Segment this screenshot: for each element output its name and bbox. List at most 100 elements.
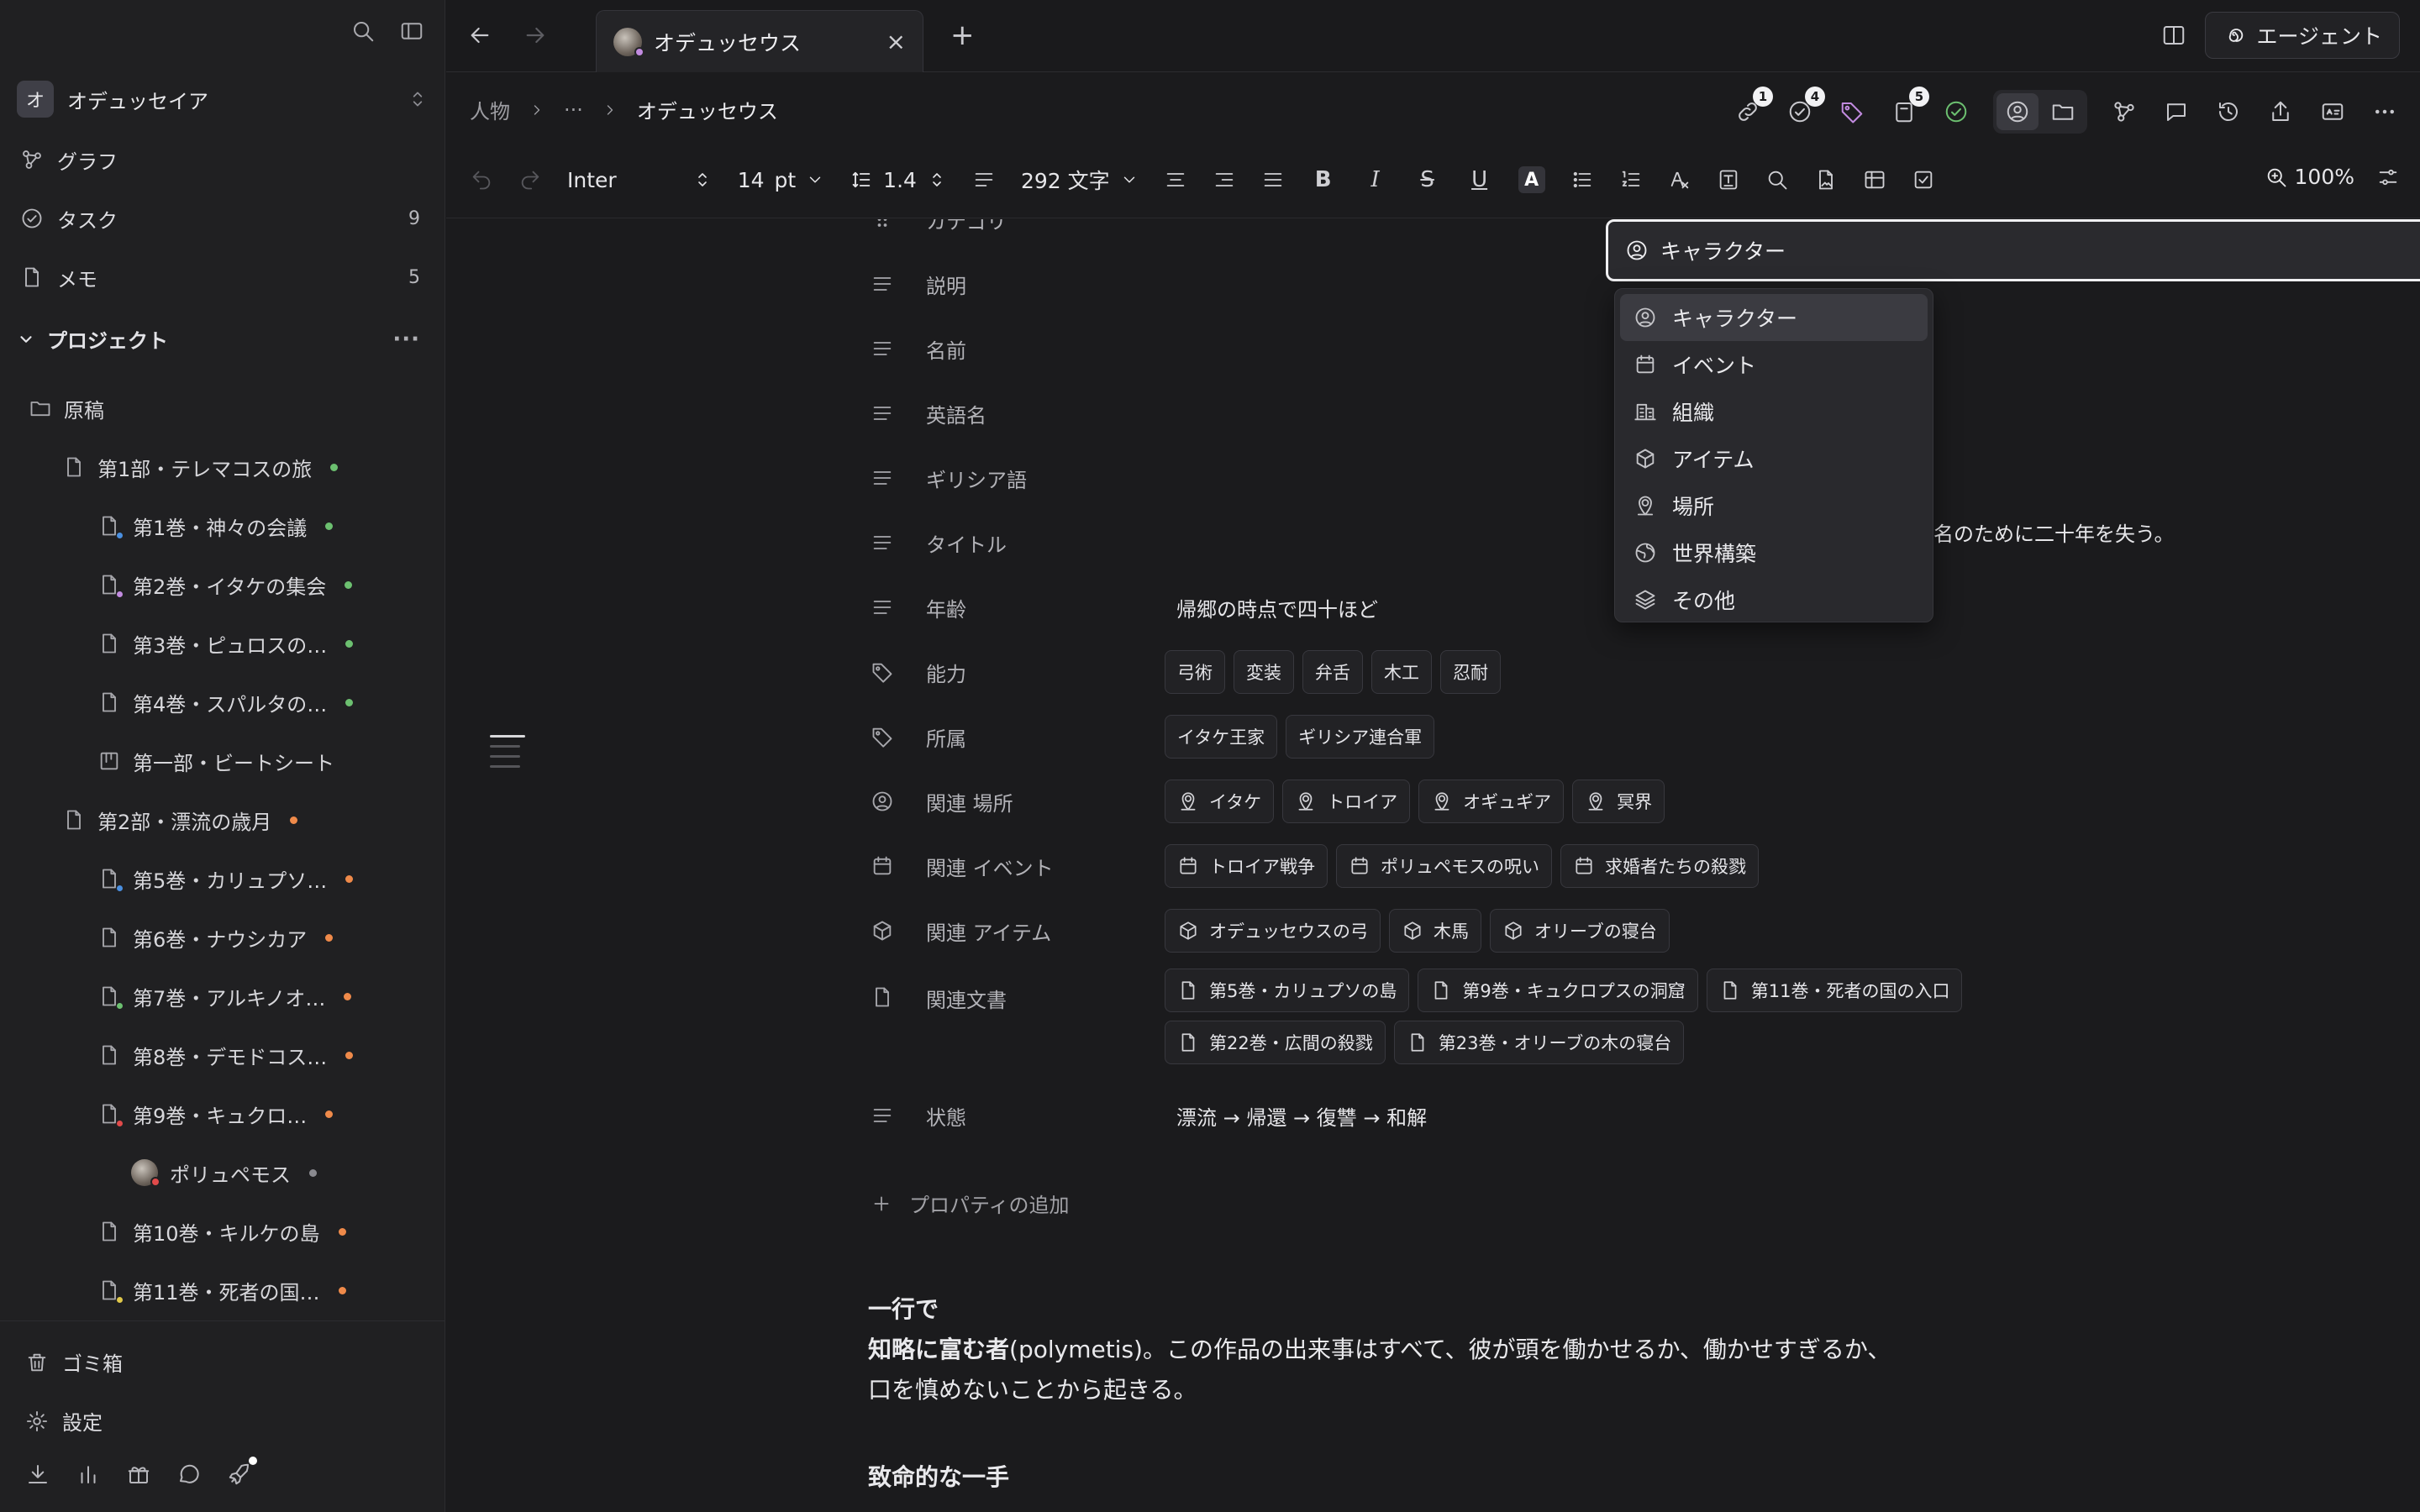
property-chip[interactable]: トロイア戦争 bbox=[1165, 844, 1328, 888]
category-option[interactable]: 世界構築 bbox=[1620, 529, 1928, 576]
history-icon[interactable] bbox=[2213, 97, 2244, 127]
word-count-select[interactable]: 292 文字 bbox=[1021, 165, 1139, 195]
description-value[interactable]: 名のために二十年を失う。 bbox=[1933, 510, 2175, 554]
sidebar-toggle-icon[interactable] bbox=[399, 18, 424, 44]
breadcrumb-ellipsis[interactable]: ··· bbox=[564, 98, 583, 122]
align-center-icon[interactable] bbox=[1164, 168, 1187, 192]
link-icon[interactable]: 1 bbox=[1733, 87, 1773, 127]
property-value[interactable]: 弓術 変装 弁舌 木工 忍耐 bbox=[1165, 650, 1501, 694]
property-chip[interactable]: 木馬 bbox=[1389, 909, 1481, 953]
image-file-icon[interactable] bbox=[1814, 168, 1838, 192]
rocket-icon[interactable] bbox=[227, 1457, 257, 1487]
redo-icon[interactable] bbox=[518, 168, 542, 192]
italic-button[interactable]: I bbox=[1362, 166, 1389, 193]
property-chip[interactable]: イタケ bbox=[1165, 780, 1275, 823]
more-icon[interactable] bbox=[2370, 97, 2400, 127]
category-option[interactable]: 組織 bbox=[1620, 388, 1928, 435]
tree-item[interactable]: 第5巻・カリュプソ… bbox=[0, 853, 445, 904]
tree-item[interactable]: 第2巻・イタケの集会 bbox=[0, 559, 445, 610]
tree-item[interactable]: ポリュペモス bbox=[0, 1147, 445, 1198]
status-check-icon[interactable] bbox=[1941, 97, 1971, 127]
property-label[interactable]: 状態 bbox=[926, 1101, 1165, 1131]
property-chip[interactable]: トロイア bbox=[1282, 780, 1411, 823]
outline-minimap[interactable] bbox=[490, 735, 525, 768]
tree-item[interactable]: 第9巻・キュクロ… bbox=[0, 1089, 445, 1139]
text-box-icon[interactable] bbox=[1717, 168, 1740, 192]
nav-settings[interactable]: 設定 bbox=[25, 1406, 103, 1436]
projects-section-header[interactable]: プロジェクト ··· bbox=[17, 324, 420, 354]
nav-graph[interactable]: グラフ bbox=[20, 136, 420, 183]
tree-item[interactable]: 第3巻・ピュロスの… bbox=[0, 618, 445, 669]
category-option[interactable]: 場所 bbox=[1620, 482, 1928, 529]
card-icon[interactable] bbox=[2317, 97, 2348, 127]
workspace-switcher[interactable]: オ オデュッセイア bbox=[17, 79, 429, 119]
person-view-icon[interactable] bbox=[1996, 93, 2039, 130]
category-option[interactable]: その他 bbox=[1620, 576, 1928, 623]
property-label[interactable]: 所属 bbox=[926, 722, 1165, 752]
breadcrumb-current[interactable]: オデュッセウス bbox=[637, 95, 778, 124]
drag-handle-icon[interactable] bbox=[871, 219, 901, 231]
property-chip[interactable]: ギリシア連合軍 bbox=[1286, 715, 1435, 759]
close-icon[interactable]: × bbox=[886, 28, 906, 55]
tree-item[interactable]: 第6巻・ナウシカア bbox=[0, 912, 445, 963]
property-value[interactable]: 第5巻・カリュプソの島 第9巻・キュクロプスの洞窟 第11巻・死者の国の入口 第22巻… bbox=[1165, 969, 1963, 1064]
underline-button[interactable]: U bbox=[1466, 166, 1493, 193]
property-label[interactable]: 説明 bbox=[926, 270, 1165, 299]
property-label[interactable]: 名前 bbox=[926, 334, 1165, 364]
tree-item[interactable]: 第11巻・死者の国… bbox=[0, 1265, 445, 1315]
property-chip[interactable]: 弁舌 bbox=[1302, 650, 1363, 694]
property-chip[interactable]: 第23巻・オリーブの木の寝台 bbox=[1393, 1021, 1685, 1064]
graph-icon[interactable] bbox=[2109, 97, 2139, 127]
back-arrow-icon[interactable] bbox=[466, 22, 493, 49]
undo-icon[interactable] bbox=[470, 168, 493, 192]
tag-icon[interactable] bbox=[1837, 97, 1867, 127]
category-option[interactable]: イベント bbox=[1620, 341, 1928, 388]
tree-item[interactable]: 原稿 bbox=[0, 383, 445, 433]
breadcrumb-root[interactable]: 人物 bbox=[470, 95, 510, 124]
checkbox-icon[interactable] bbox=[1912, 168, 1935, 192]
comment-icon[interactable] bbox=[2161, 97, 2191, 127]
tree-item[interactable]: 第一部・ビートシート bbox=[0, 736, 445, 786]
strike-button[interactable]: S bbox=[1414, 166, 1441, 193]
agent-button[interactable]: エージェント bbox=[2205, 12, 2400, 59]
share-icon[interactable] bbox=[2265, 97, 2296, 127]
gift-icon[interactable] bbox=[126, 1462, 151, 1487]
property-label[interactable]: 関連 イベント bbox=[926, 852, 1165, 881]
property-chip[interactable]: オデュッセウスの弓 bbox=[1165, 909, 1381, 953]
property-value[interactable]: 帰郷の時点で四十ほど bbox=[1165, 593, 1378, 622]
property-label[interactable]: 関連 アイテム bbox=[926, 916, 1165, 946]
property-chip[interactable]: 変装 bbox=[1234, 650, 1294, 694]
line-height-select[interactable]: 1.4 bbox=[850, 168, 947, 192]
forward-arrow-icon[interactable] bbox=[522, 22, 549, 49]
property-label[interactable]: タイトル bbox=[926, 528, 1165, 558]
more-icon[interactable]: ··· bbox=[392, 327, 420, 352]
property-chip[interactable]: イタケ王家 bbox=[1165, 715, 1278, 759]
property-chip[interactable]: 第9巻・キュクロプスの洞窟 bbox=[1418, 969, 1698, 1012]
numbered-list-icon[interactable] bbox=[1619, 168, 1643, 192]
property-chip[interactable]: 第11巻・死者の国の入口 bbox=[1706, 969, 1963, 1012]
property-value[interactable]: イタケ トロイア オギュギア 冥界 bbox=[1165, 780, 1665, 823]
property-value[interactable]: トロイア戦争 ポリュペモスの呪い 求婚者たちの殺戮 bbox=[1165, 844, 1759, 888]
table-icon[interactable] bbox=[1863, 168, 1886, 192]
tree-item[interactable]: 第4巻・スパルタの… bbox=[0, 677, 445, 727]
property-value[interactable]: オデュッセウスの弓 木馬 オリーブの寝台 bbox=[1165, 909, 1670, 953]
tree-item[interactable]: 第1部・テレマコスの旅 bbox=[0, 442, 445, 492]
property-label[interactable]: 関連 場所 bbox=[926, 787, 1165, 816]
property-label[interactable]: ギリシア語 bbox=[926, 464, 1165, 493]
add-property-button[interactable]: プロパティの追加 bbox=[871, 1189, 1070, 1218]
chart-icon[interactable] bbox=[76, 1462, 101, 1487]
pages-icon[interactable]: 5 bbox=[1889, 87, 1929, 127]
category-option[interactable]: アイテム bbox=[1620, 435, 1928, 482]
property-label[interactable]: カテゴリ bbox=[926, 219, 1165, 234]
font-size-select[interactable]: 14 pt bbox=[738, 168, 824, 192]
new-tab-button[interactable]: + bbox=[950, 18, 975, 52]
property-value[interactable]: 漂流 → 帰還 → 復讐 → 和解 bbox=[1165, 1101, 1427, 1131]
property-label[interactable]: 英語名 bbox=[926, 399, 1165, 428]
property-label[interactable]: 能力 bbox=[926, 658, 1165, 687]
bullet-list-icon[interactable] bbox=[1570, 168, 1594, 192]
property-chip[interactable]: オリーブの寝台 bbox=[1490, 909, 1670, 953]
nav-memos[interactable]: メモ 5 bbox=[20, 254, 420, 301]
property-chip[interactable]: 第22巻・広間の殺戮 bbox=[1165, 1021, 1386, 1064]
property-chip[interactable]: 忍耐 bbox=[1440, 650, 1501, 694]
property-label[interactable]: 関連文書 bbox=[926, 984, 1165, 1013]
